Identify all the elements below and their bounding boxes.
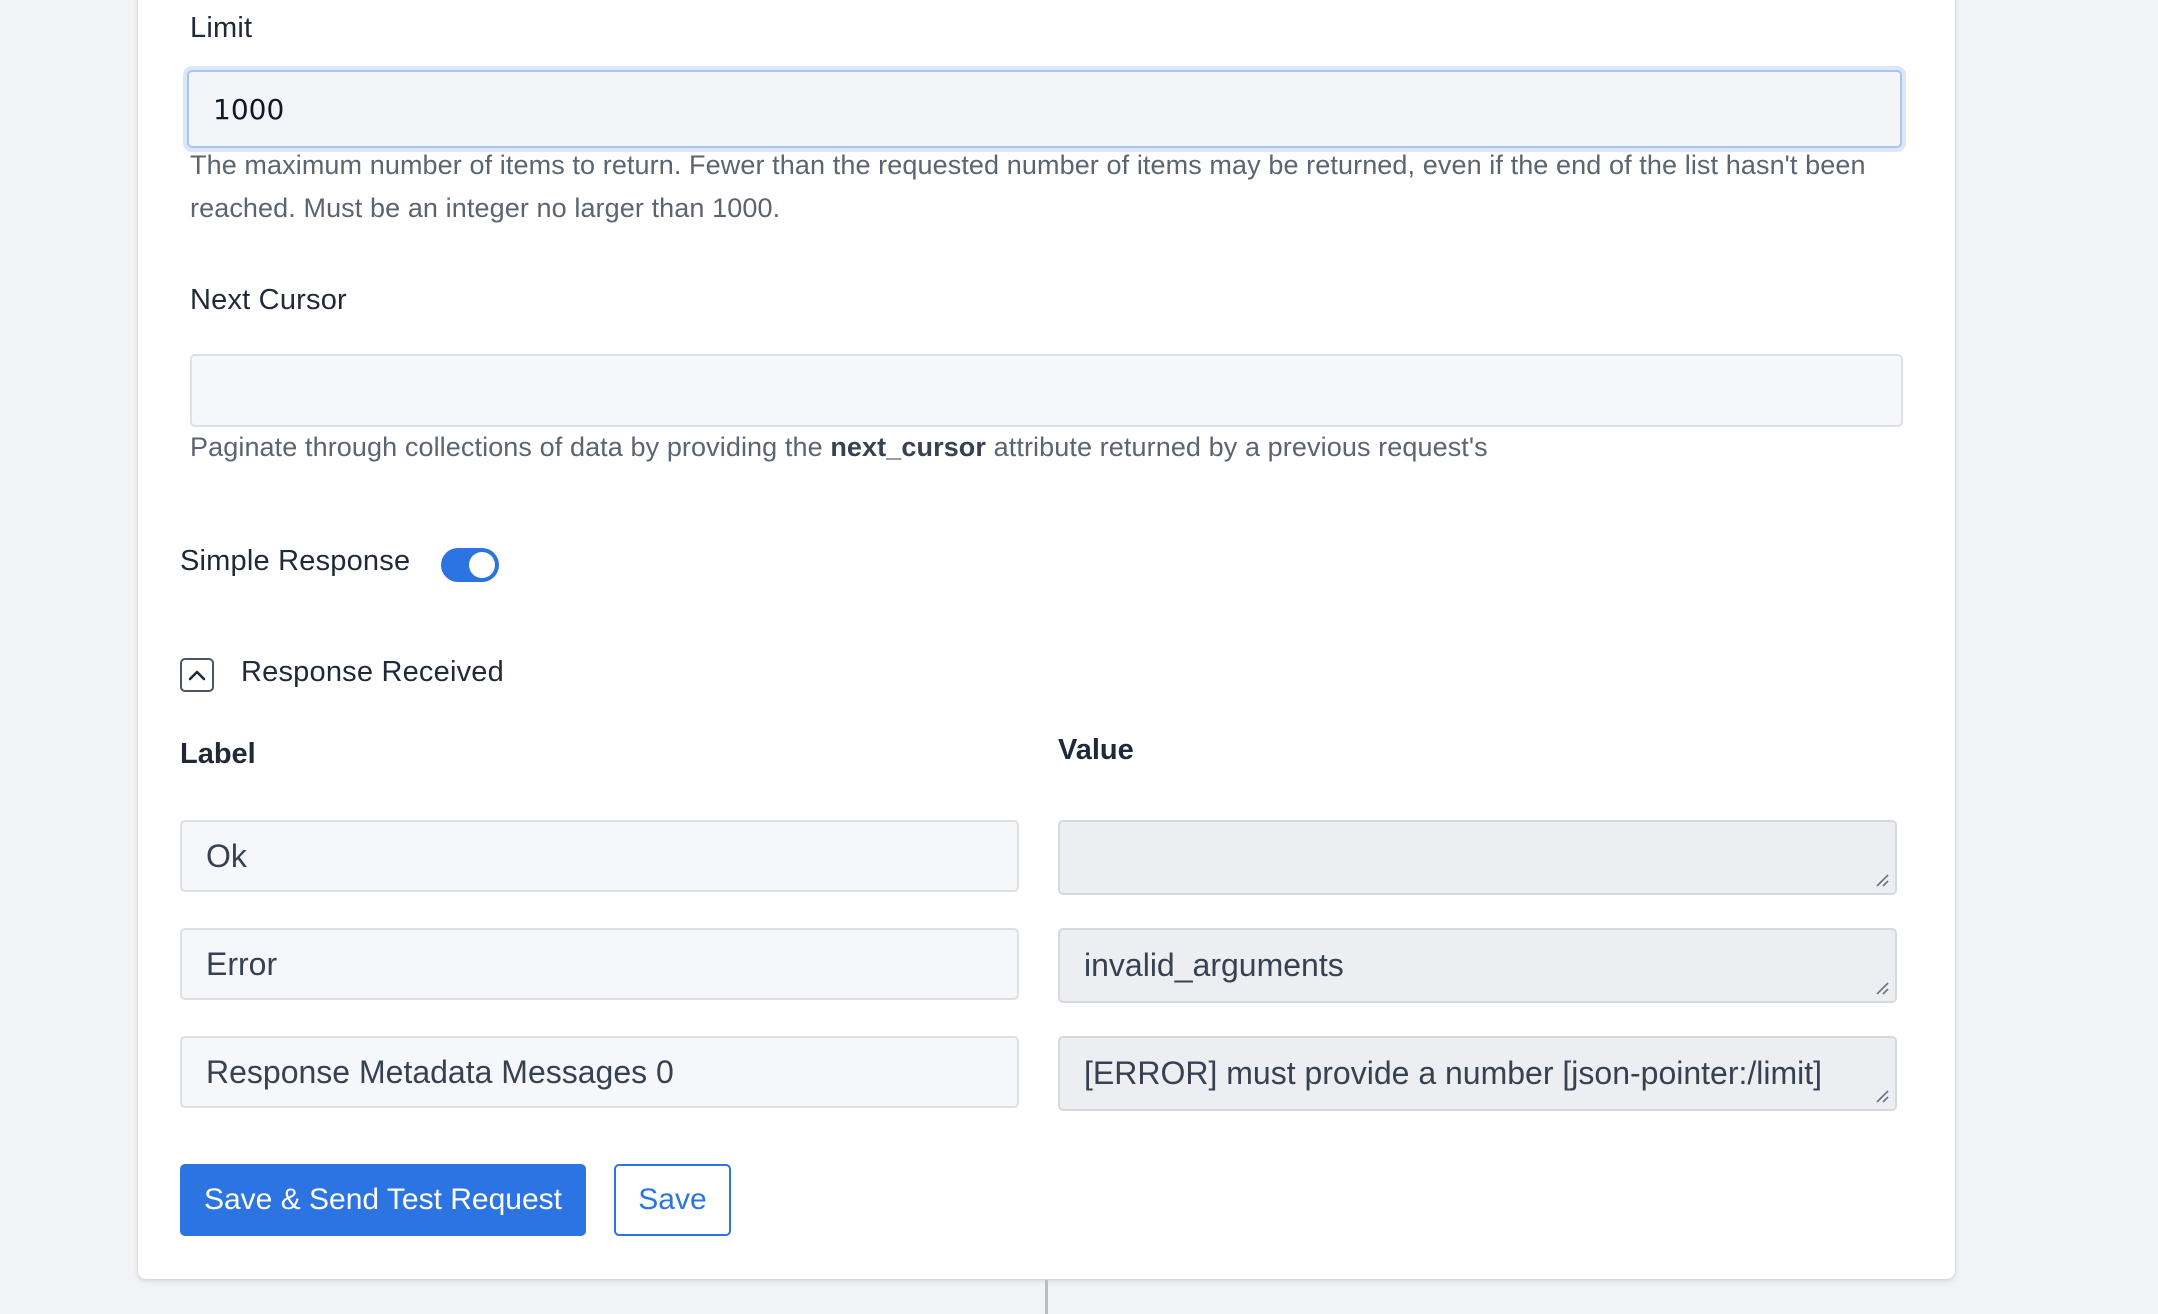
resize-handle-icon[interactable]	[1875, 873, 1889, 887]
response-value-text: invalid_arguments	[1084, 947, 1344, 983]
limit-input[interactable]: 1000	[187, 70, 1902, 148]
label-column-header: Label	[180, 738, 256, 770]
response-label-text: Ok	[206, 837, 247, 874]
limit-input-value: 1000	[213, 92, 285, 126]
limit-help-text: The maximum number of items to return. F…	[190, 150, 1866, 223]
next-cursor-label: Next Cursor	[190, 284, 347, 316]
response-label-input-ok[interactable]: Ok	[180, 820, 1019, 892]
collapse-toggle-button[interactable]	[180, 658, 214, 692]
response-value-textarea-ok[interactable]	[1058, 820, 1897, 895]
save-and-send-test-request-button[interactable]: Save & Send Test Request	[180, 1164, 586, 1236]
response-value-text: [ERROR] must provide a number [json-poin…	[1084, 1055, 1823, 1091]
simple-response-toggle[interactable]	[441, 548, 499, 582]
response-value-textarea-error[interactable]: invalid_arguments	[1058, 928, 1897, 1003]
response-label-input-error[interactable]: Error	[180, 928, 1019, 1000]
simple-response-label: Simple Response	[180, 545, 411, 577]
value-column-header: Value	[1058, 734, 1134, 766]
chevron-up-icon	[188, 670, 206, 681]
response-label-input-metadata[interactable]: Response Metadata Messages 0	[180, 1036, 1019, 1108]
response-value-textarea-metadata[interactable]: [ERROR] must provide a number [json-poin…	[1058, 1036, 1897, 1111]
response-label-text: Response Metadata Messages 0	[206, 1053, 674, 1090]
response-received-title: Response Received	[241, 656, 504, 688]
next-cursor-help-suffix: attribute returned by a previous request…	[993, 432, 1488, 462]
flow-connector-line	[1045, 1280, 1048, 1314]
form-card: Limit 1000 The maximum number of items t…	[138, 0, 1955, 1279]
save-button[interactable]: Save	[614, 1164, 731, 1236]
resize-handle-icon[interactable]	[1875, 981, 1889, 995]
next-cursor-help-bold: next_cursor	[830, 432, 987, 462]
response-label-text: Error	[206, 945, 278, 982]
resize-handle-icon[interactable]	[1875, 1089, 1889, 1103]
next-cursor-input[interactable]	[190, 354, 1903, 427]
next-cursor-help-text: Paginate through collections of data by …	[190, 426, 1890, 469]
next-cursor-help-prefix: Paginate through collections of data by …	[190, 432, 823, 462]
limit-label: Limit	[190, 12, 253, 44]
toggle-knob	[469, 552, 495, 578]
